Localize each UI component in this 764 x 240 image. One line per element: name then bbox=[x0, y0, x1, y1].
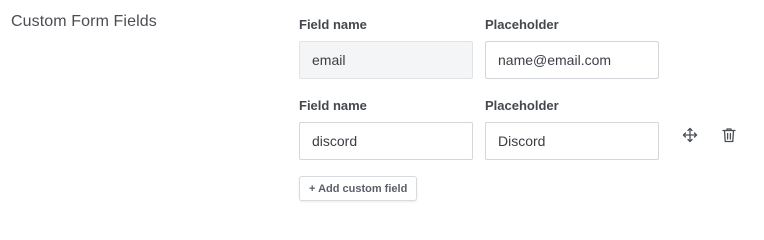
field-name-input-discord[interactable] bbox=[299, 122, 473, 160]
move-icon[interactable] bbox=[680, 125, 700, 145]
add-custom-field-button[interactable]: + Add custom field bbox=[299, 176, 418, 201]
placeholder-input-email[interactable] bbox=[485, 41, 659, 79]
field-name-input-email[interactable] bbox=[299, 41, 473, 79]
trash-icon[interactable] bbox=[719, 125, 739, 145]
section-title: Custom Form Fields bbox=[11, 13, 157, 30]
field-name-label: Field name bbox=[299, 98, 367, 113]
placeholder-input-discord[interactable] bbox=[485, 122, 659, 160]
field-name-label: Field name bbox=[299, 17, 367, 32]
placeholder-label: Placeholder bbox=[485, 17, 559, 32]
placeholder-label: Placeholder bbox=[485, 98, 559, 113]
